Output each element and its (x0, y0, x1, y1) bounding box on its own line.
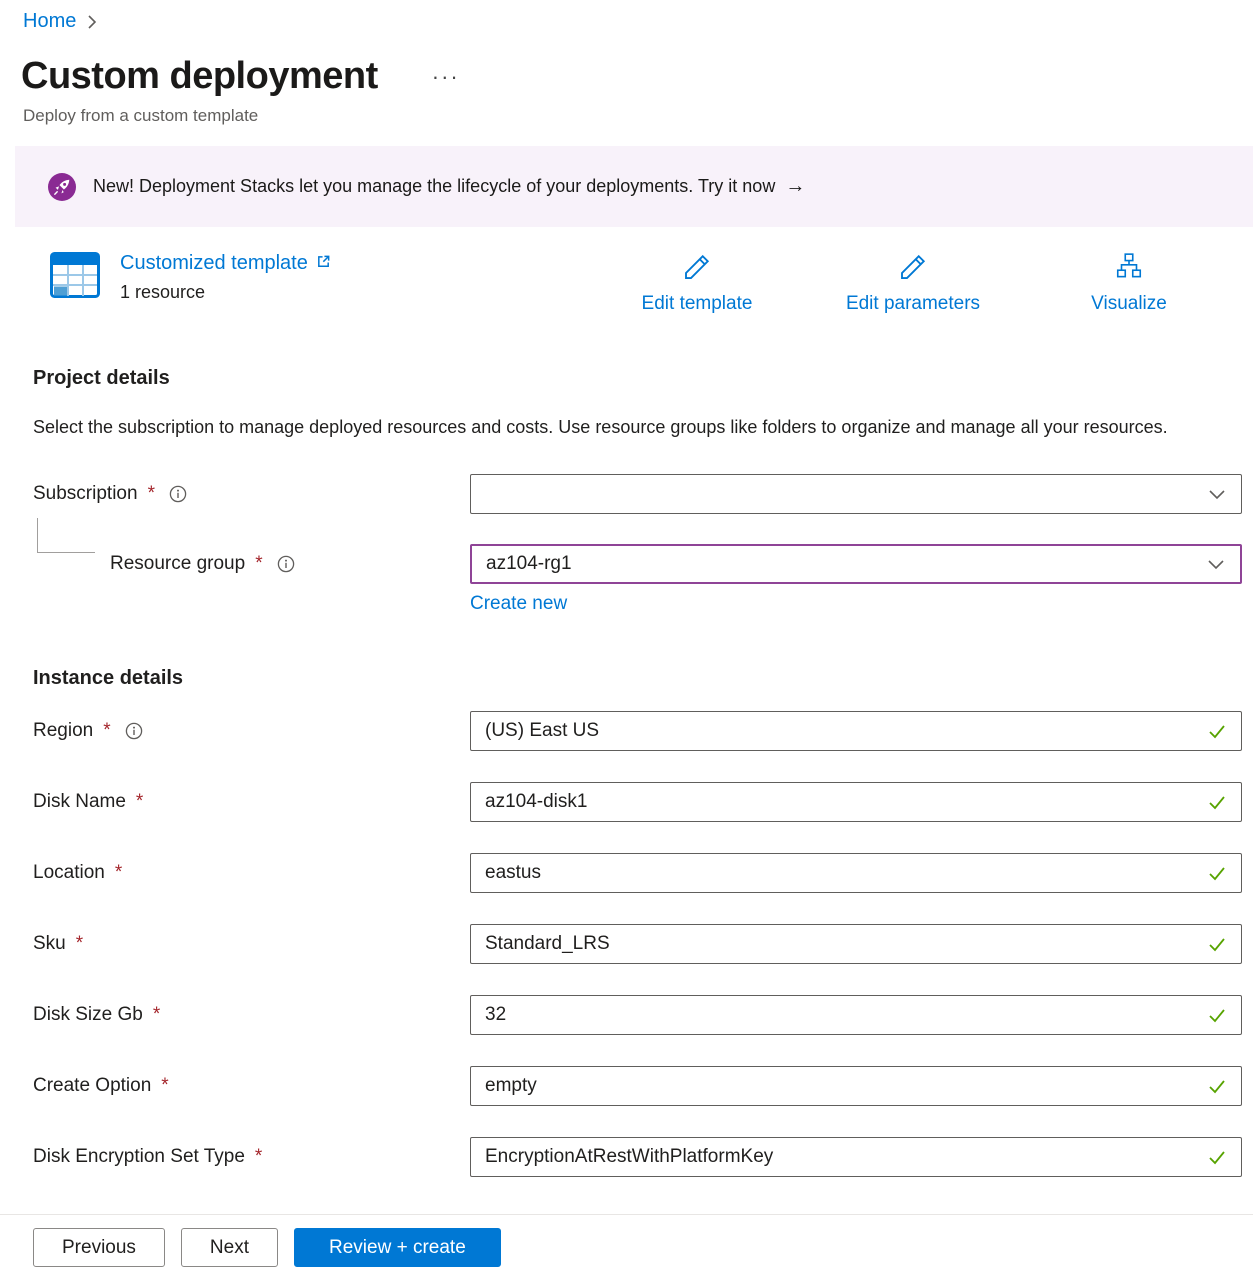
sku-field[interactable] (470, 924, 1242, 964)
footer-bar: Previous Next Review + create (0, 1214, 1253, 1280)
visualize-label: Visualize (1091, 293, 1167, 315)
info-icon[interactable] (169, 485, 187, 503)
page-subtitle: Deploy from a custom template (23, 106, 1253, 126)
deployment-stacks-banner[interactable]: New! Deployment Stacks let you manage th… (15, 146, 1253, 227)
region-row: Region * (0, 711, 1253, 751)
create-option-row: Create Option * (0, 1066, 1253, 1106)
pencil-icon (682, 252, 712, 287)
valid-check-icon (1205, 861, 1229, 885)
sku-row: Sku * (0, 924, 1253, 964)
pencil-icon (898, 252, 928, 287)
page-header: Custom deployment ··· (21, 55, 1253, 98)
template-actions: Edit template Edit parameters Visualize (589, 252, 1237, 315)
disk-encryption-set-type-field[interactable] (470, 1137, 1242, 1177)
instance-form: Region * Disk Name * (0, 711, 1253, 1177)
rocket-icon (48, 173, 76, 201)
review-create-button[interactable]: Review + create (294, 1228, 501, 1267)
breadcrumb: Home (0, 0, 1253, 33)
resource-group-label: Resource group (110, 553, 245, 575)
subscription-input[interactable] (471, 475, 1205, 513)
next-button[interactable]: Next (181, 1228, 278, 1267)
breadcrumb-home-link[interactable]: Home (23, 10, 76, 33)
disk-name-input[interactable] (471, 783, 1205, 821)
edit-template-label: Edit template (642, 293, 753, 315)
visualize-button[interactable]: Visualize (1021, 252, 1237, 315)
valid-check-icon (1205, 932, 1229, 956)
template-icon (50, 252, 100, 298)
project-description: Select the subscription to manage deploy… (33, 412, 1183, 443)
tree-connector (37, 518, 95, 553)
disk-encryption-set-type-row: Disk Encryption Set Type * (0, 1137, 1253, 1177)
project-details-heading: Project details (33, 367, 1253, 390)
disk-size-row: Disk Size Gb * (0, 995, 1253, 1035)
required-marker: * (115, 862, 122, 884)
info-icon[interactable] (277, 555, 295, 573)
region-input[interactable] (471, 712, 1205, 750)
page-title: Custom deployment (21, 55, 378, 98)
create-new-link[interactable]: Create new (470, 593, 567, 615)
template-summary: Customized template 1 resource Edit temp… (0, 252, 1253, 315)
valid-check-icon (1205, 1145, 1229, 1169)
valid-check-icon (1205, 1003, 1229, 1027)
template-info: Customized template 1 resource (120, 252, 331, 303)
create-option-label: Create Option (33, 1075, 151, 1097)
location-row: Location * (0, 853, 1253, 893)
resource-group-dropdown[interactable] (470, 544, 1242, 584)
custom-deployment-page: Home Custom deployment ··· Deploy from a… (0, 0, 1253, 1280)
subscription-dropdown[interactable] (470, 474, 1242, 514)
subscription-label: Subscription (33, 483, 138, 505)
required-marker: * (153, 1004, 160, 1026)
hierarchy-icon (1114, 252, 1144, 287)
required-marker: * (255, 1146, 262, 1168)
location-field[interactable] (470, 853, 1242, 893)
required-marker: * (136, 791, 143, 813)
required-marker: * (148, 483, 155, 505)
subscription-row: Subscription * (0, 474, 1253, 514)
create-option-input[interactable] (471, 1067, 1205, 1105)
location-input[interactable] (471, 854, 1205, 892)
required-marker: * (76, 933, 83, 955)
required-marker: * (103, 720, 110, 742)
disk-encryption-set-type-label: Disk Encryption Set Type (33, 1146, 245, 1168)
info-icon[interactable] (125, 722, 143, 740)
edit-parameters-button[interactable]: Edit parameters (805, 252, 1021, 315)
sku-input[interactable] (471, 925, 1205, 963)
project-form: Subscription * Resource group * (0, 474, 1253, 615)
required-marker: * (255, 553, 262, 575)
external-link-icon (316, 252, 331, 275)
customized-template-link[interactable]: Customized template (120, 252, 331, 275)
resource-count: 1 resource (120, 282, 331, 303)
more-options-button[interactable]: ··· (426, 62, 466, 92)
disk-size-field[interactable] (470, 995, 1242, 1035)
resource-group-row: Resource group * (0, 544, 1253, 584)
disk-encryption-set-type-input[interactable] (471, 1138, 1205, 1176)
required-marker: * (161, 1075, 168, 1097)
banner-text: New! Deployment Stacks let you manage th… (93, 176, 775, 197)
instance-details-heading: Instance details (33, 667, 1253, 690)
template-name-label: Customized template (120, 252, 308, 275)
valid-check-icon (1205, 790, 1229, 814)
disk-name-row: Disk Name * (0, 782, 1253, 822)
disk-size-label: Disk Size Gb (33, 1004, 143, 1026)
create-option-field[interactable] (470, 1066, 1242, 1106)
disk-name-field[interactable] (470, 782, 1242, 822)
breadcrumb-chevron-icon (86, 14, 98, 30)
chevron-down-icon[interactable] (1205, 482, 1229, 506)
banner-arrow-icon[interactable]: → (785, 175, 805, 198)
disk-size-input[interactable] (471, 996, 1205, 1034)
location-label: Location (33, 862, 105, 884)
sku-label: Sku (33, 933, 66, 955)
valid-check-icon (1205, 1074, 1229, 1098)
edit-parameters-label: Edit parameters (846, 293, 980, 315)
disk-name-label: Disk Name (33, 791, 126, 813)
previous-button[interactable]: Previous (33, 1228, 165, 1267)
region-field[interactable] (470, 711, 1242, 751)
region-label: Region (33, 720, 93, 742)
chevron-down-icon[interactable] (1204, 552, 1228, 576)
resource-group-input[interactable] (472, 546, 1204, 582)
valid-check-icon (1205, 719, 1229, 743)
edit-template-button[interactable]: Edit template (589, 252, 805, 315)
